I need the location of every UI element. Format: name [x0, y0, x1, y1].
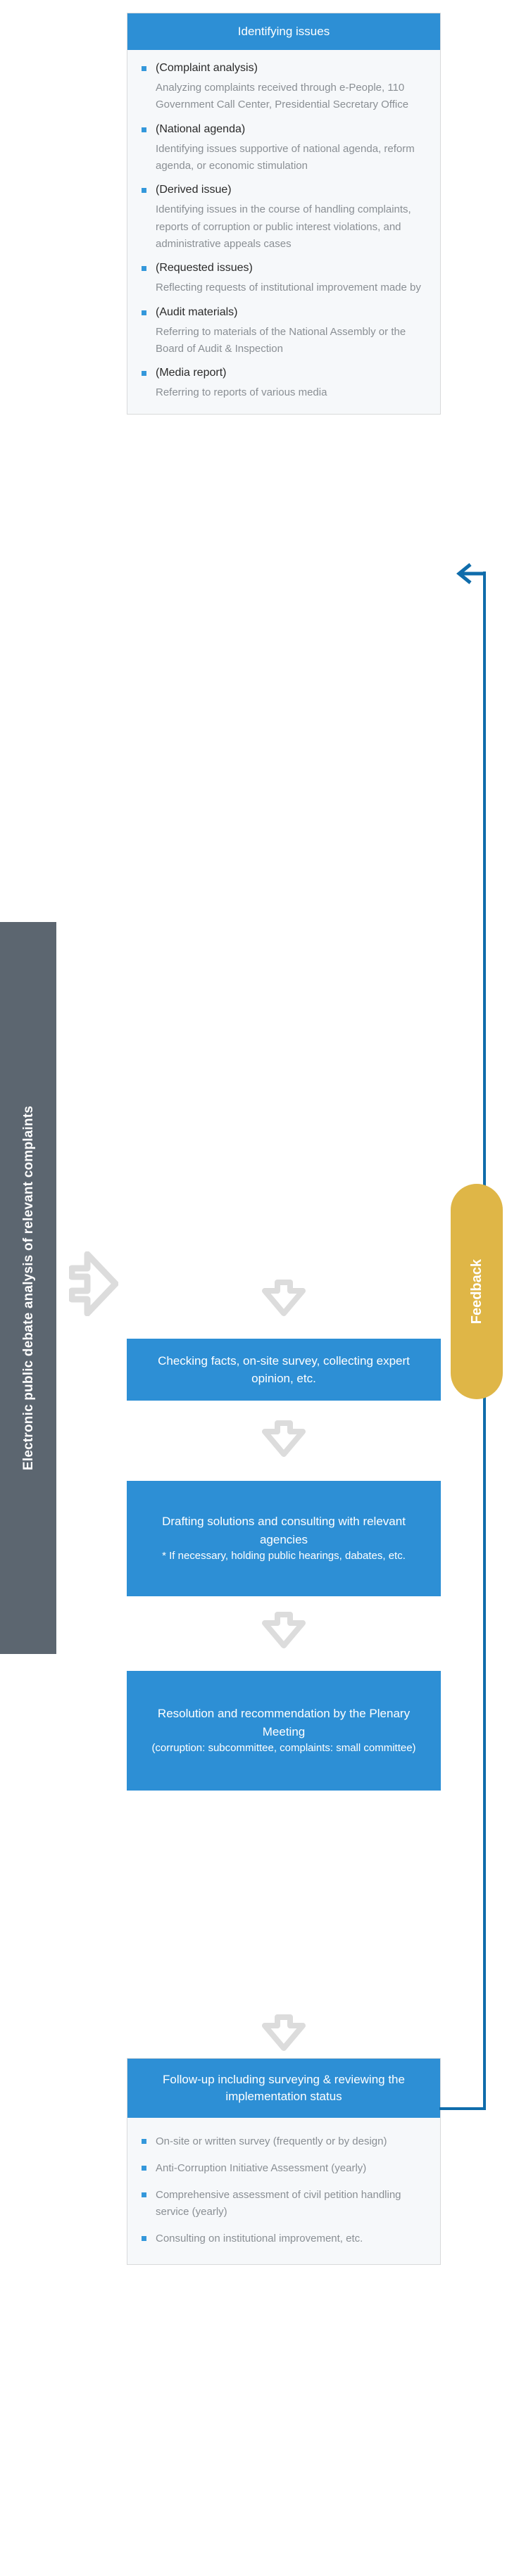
item-title: (Derived issue)	[156, 184, 232, 196]
list-item: (National agenda)	[140, 121, 427, 138]
list-item: On-site or written survey (frequently or…	[140, 2133, 427, 2150]
step-drafting-solutions-note: * If necessary, holding public hearings,…	[162, 1550, 406, 1562]
list-item: (Derived issue)	[140, 182, 427, 198]
item-title: (Complaint analysis)	[156, 62, 258, 75]
step-follow-up: Follow-up including surveying & reviewin…	[127, 2058, 441, 2266]
list-item: Consulting on institutional improvement,…	[140, 2230, 427, 2247]
item-title: (Media report)	[156, 367, 227, 379]
item-body: Referring to materials of the National A…	[156, 325, 406, 355]
follow-up-item: Anti-Corruption Initiative Assessment (y…	[156, 2162, 367, 2175]
step-identifying-issues-header: Identifying issues	[127, 13, 441, 51]
follow-up-list: On-site or written survey (frequently or…	[140, 2133, 427, 2247]
step-checking-facts: Checking facts, on-site survey, collecti…	[127, 1339, 441, 1401]
feedback-left-arrow-icon	[456, 563, 486, 584]
step-drafting-solutions: Drafting solutions and consulting with r…	[127, 1481, 441, 1596]
follow-up-item: Comprehensive assessment of civil petiti…	[156, 2189, 401, 2218]
item-title: (Audit materials)	[156, 305, 238, 318]
item-body: Reflecting requests of institutional imp…	[156, 282, 421, 294]
list-item: Comprehensive assessment of civil petiti…	[140, 2187, 427, 2221]
item-title: (National agenda)	[156, 122, 246, 135]
step-identifying-issues-panel: (Complaint analysis) Analyzing complaint…	[127, 50, 441, 415]
item-body: Analyzing complaints received through e-…	[156, 82, 409, 111]
flow-down-arrow-icon-3	[262, 1612, 306, 1648]
follow-up-item: On-site or written survey (frequently or…	[156, 2135, 387, 2148]
vertical-section-label-text: Electronic public debate analysis of rel…	[20, 1105, 36, 1471]
flow-down-arrow-icon-1	[262, 1280, 306, 1316]
step-checking-facts-label: Checking facts, on-site survey, collecti…	[127, 1339, 441, 1401]
step-follow-up-header: Follow-up including surveying & reviewin…	[127, 2058, 441, 2119]
flow-down-arrow-icon-2	[262, 1420, 306, 1457]
step-identifying-issues: Identifying issues (Complaint analysis) …	[127, 13, 441, 415]
step-resolution-recommendation-box: Resolution and recommendation by the Ple…	[127, 1671, 441, 1791]
list-item: (Media report)	[140, 365, 427, 381]
feedback-loop-bottom-connector	[439, 2107, 486, 2110]
entry-right-arrow-icon	[68, 1251, 119, 1317]
list-item: (Complaint analysis)	[140, 60, 427, 77]
flow-down-arrow-icon-4	[262, 2014, 306, 2051]
list-item: (Audit materials)	[140, 304, 427, 321]
identifying-issues-list: (Complaint analysis) Analyzing complaint…	[140, 60, 427, 401]
step-drafting-solutions-box: Drafting solutions and consulting with r…	[127, 1481, 441, 1596]
step-resolution-recommendation-note: (corruption: subcommittee, complaints: s…	[151, 1742, 416, 1755]
item-body: Referring to reports of various media	[156, 386, 327, 399]
item-body: Identifying issues in the course of hand…	[156, 203, 411, 250]
step-resolution-recommendation: Resolution and recommendation by the Ple…	[127, 1671, 441, 1791]
step-resolution-recommendation-label: Resolution and recommendation by the Ple…	[157, 1707, 411, 1738]
feedback-badge-label: Feedback	[469, 1258, 484, 1325]
list-item: Anti-Corruption Initiative Assessment (y…	[140, 2160, 427, 2177]
item-body: Identifying issues supportive of nationa…	[156, 142, 415, 172]
step-follow-up-panel: On-site or written survey (frequently or…	[127, 2118, 441, 2266]
follow-up-item: Consulting on institutional improvement,…	[156, 2233, 363, 2245]
item-title: (Requested issues)	[156, 262, 253, 274]
vertical-section-label: Electronic public debate analysis of rel…	[0, 922, 56, 1654]
feedback-badge: Feedback	[451, 1184, 503, 1399]
list-item: (Requested issues)	[140, 260, 427, 277]
step-drafting-solutions-label: Drafting solutions and consulting with r…	[162, 1515, 406, 1546]
